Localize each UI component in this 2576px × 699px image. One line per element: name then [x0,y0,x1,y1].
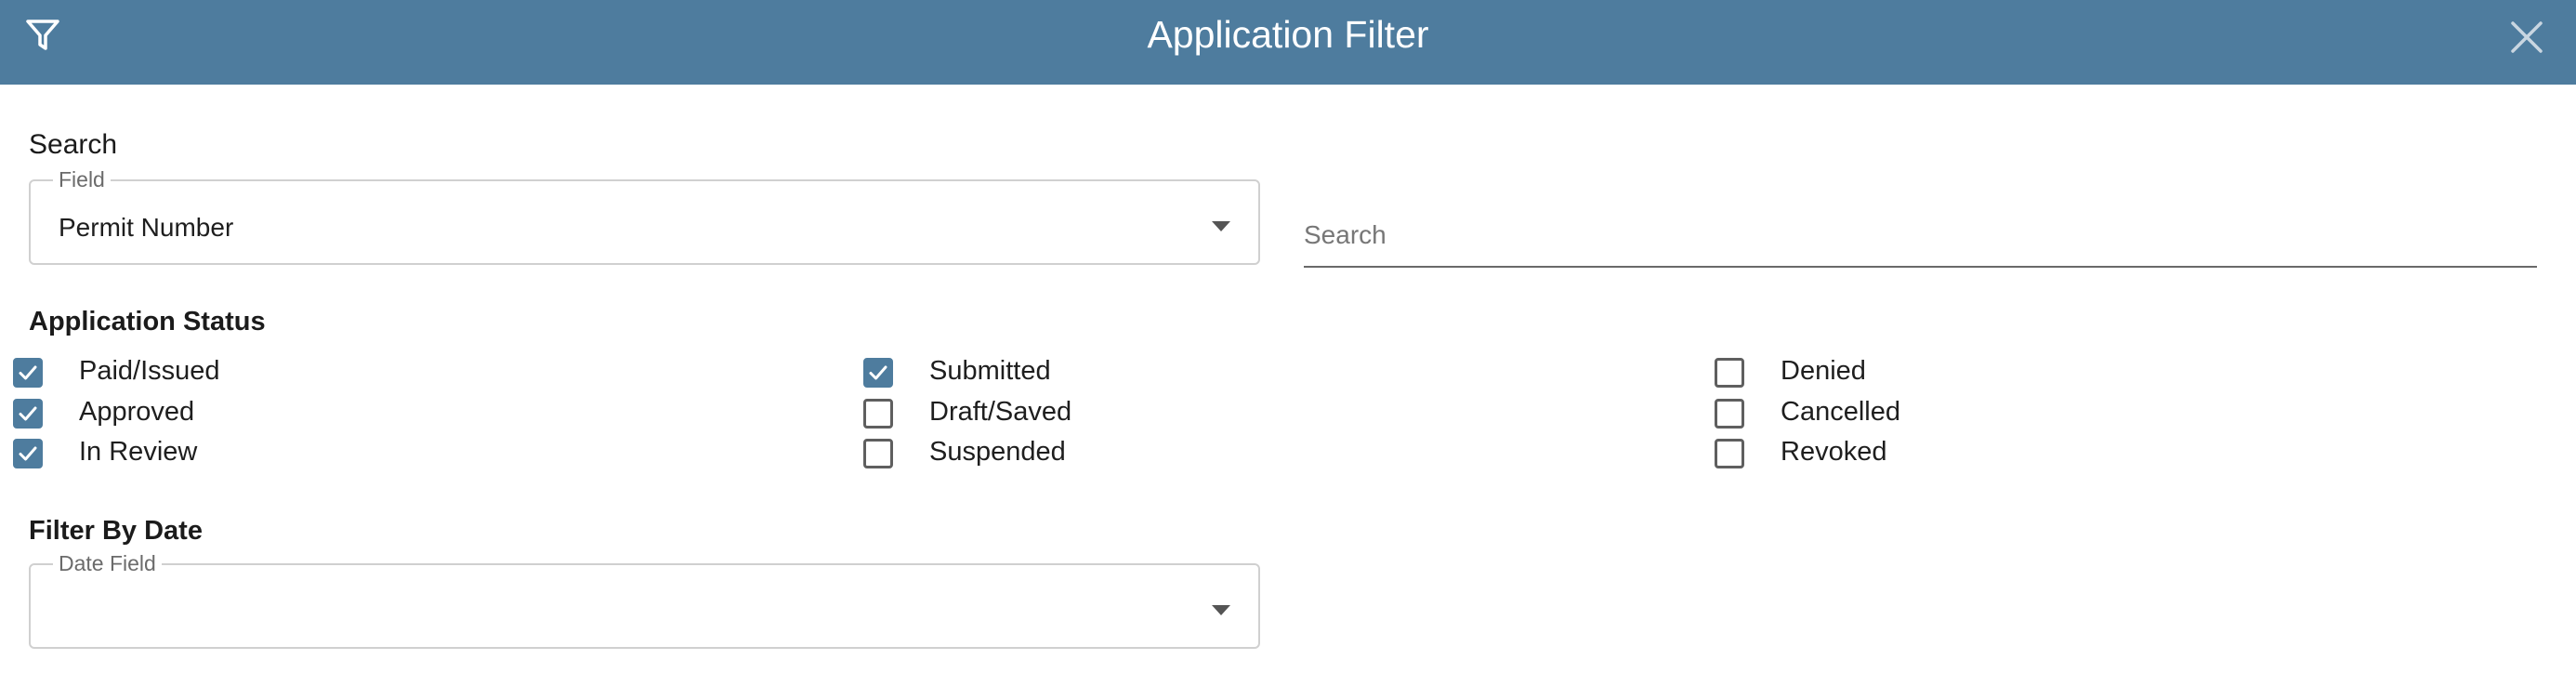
status-checkbox-label: Suspended [929,437,1066,467]
checkbox-checked-icon[interactable] [13,358,43,388]
search-text-field[interactable] [1304,206,2537,268]
search-field-legend: Field [53,167,111,191]
date-field-legend: Date Field [53,551,162,575]
status-checkbox-label: Cancelled [1781,397,1900,427]
close-icon[interactable] [2509,20,2544,55]
checkbox-checked-icon[interactable] [863,358,893,388]
dropdown-arrow-icon [1212,221,1230,231]
status-checkbox-approved[interactable]: Approved [13,395,385,432]
status-checkbox-label: Approved [79,397,195,427]
status-checkbox-cancelled[interactable]: Cancelled [1715,395,2086,432]
search-field-select[interactable]: Field Permit Number [29,167,1260,265]
checkbox-checked-icon[interactable] [13,439,43,468]
checkbox-unchecked-icon[interactable] [1715,399,1744,429]
checkbox-unchecked-icon[interactable] [863,399,893,429]
date-field-select[interactable]: Date Field [29,551,1260,649]
status-checkbox-label: Draft/Saved [929,397,1072,427]
checkbox-unchecked-icon[interactable] [863,439,893,468]
status-checkbox-revoked[interactable]: Revoked [1715,435,2086,472]
dialog-header: Application Filter [0,0,2576,85]
checkbox-unchecked-icon[interactable] [1715,358,1744,388]
status-checkbox-draft-saved[interactable]: Draft/Saved [863,395,1235,432]
filter-by-date-label: Filter By Date [29,516,203,546]
status-checkbox-label: Revoked [1781,437,1887,467]
dropdown-arrow-icon [1212,605,1230,615]
status-checkbox-denied[interactable]: Denied [1715,354,2086,391]
application-status-label: Application Status [29,307,266,336]
search-section-label: Search [29,129,118,160]
status-checkbox-label: Paid/Issued [79,356,220,386]
status-checkbox-in-review[interactable]: In Review [13,435,385,472]
status-checkbox-paid-issued[interactable]: Paid/Issued [13,354,385,391]
dialog-title: Application Filter [1147,13,1429,56]
status-checkbox-suspended[interactable]: Suspended [863,435,1235,472]
status-checkbox-label: In Review [79,437,198,467]
search-field-value: Permit Number [59,213,234,242]
status-checkbox-label: Denied [1781,356,1866,386]
status-checkbox-submitted[interactable]: Submitted [863,354,1235,391]
search-input[interactable] [1304,212,2537,258]
status-checkbox-label: Submitted [929,356,1051,386]
checkbox-unchecked-icon[interactable] [1715,439,1744,468]
checkbox-checked-icon[interactable] [13,399,43,429]
